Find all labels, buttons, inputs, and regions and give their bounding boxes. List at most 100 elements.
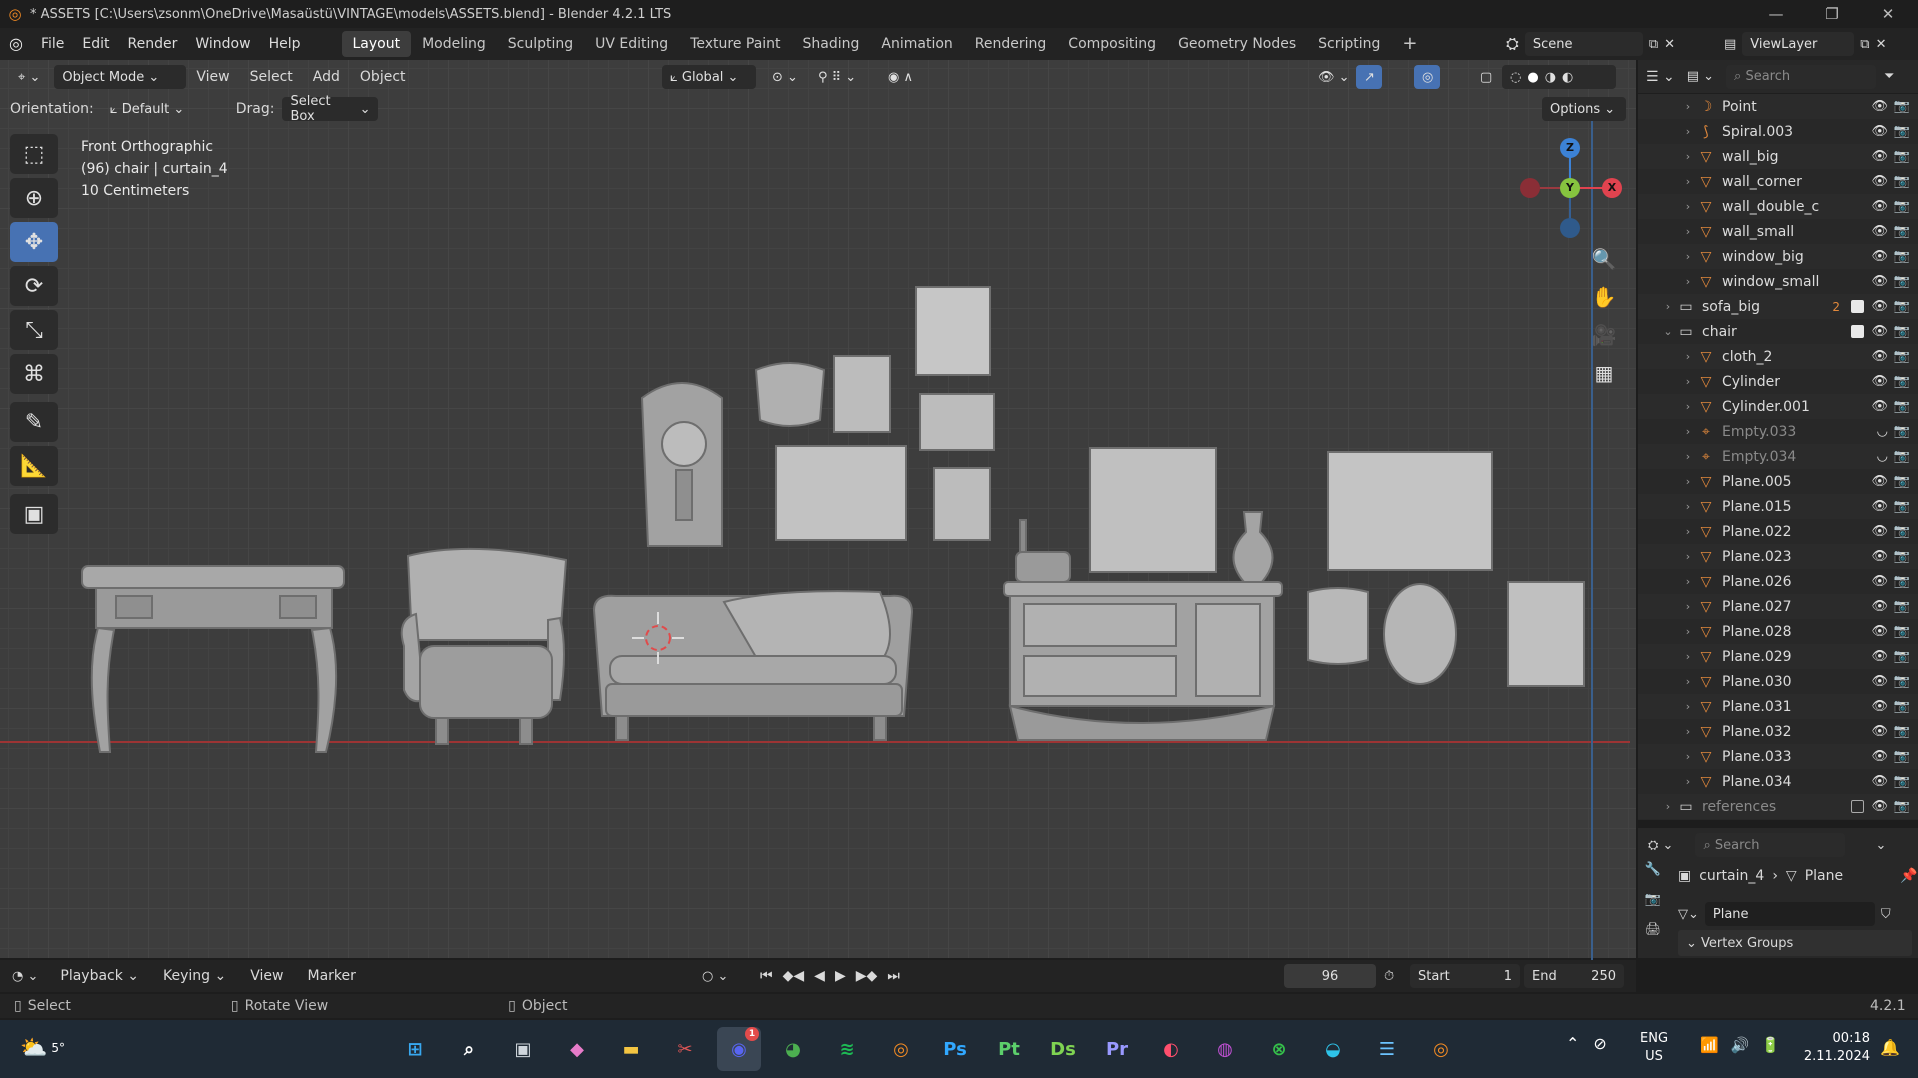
restore-icon[interactable]: ❐ (1808, 0, 1856, 28)
gizmo-x-axis[interactable]: X (1602, 178, 1622, 198)
visibility-eye-icon[interactable]: 👁 (1871, 349, 1888, 364)
expand-arrow-icon[interactable]: › (1660, 300, 1676, 313)
visibility-eye-icon[interactable]: 👁 (1871, 199, 1888, 214)
vertex-groups-panel[interactable]: ⌄ Vertex Groups (1678, 930, 1912, 956)
gizmo-z-axis[interactable]: Z (1560, 138, 1580, 158)
timeline-editor-type-icon[interactable]: ◔ ⌄ (12, 969, 38, 984)
zoom-icon[interactable]: 🔍 (1587, 242, 1621, 276)
outliner-row[interactable]: › ▭ references 👁 📷 (1638, 794, 1918, 819)
options-dropdown[interactable]: Options ⌄ (1542, 97, 1626, 121)
snipping-tool-icon[interactable]: ✂ (663, 1027, 707, 1071)
expand-arrow-icon[interactable]: › (1680, 500, 1696, 513)
expand-arrow-icon[interactable]: › (1680, 200, 1696, 213)
render-camera-icon[interactable]: 📷 (1894, 249, 1910, 264)
expand-arrow-icon[interactable]: › (1680, 275, 1696, 288)
outliner-row[interactable]: › ▽ Plane.023 👁 📷 (1638, 544, 1918, 569)
outliner-row[interactable]: ⌄ ▭ chair 👁 📷 (1638, 319, 1918, 344)
minimize-icon[interactable]: — (1752, 0, 1800, 28)
render-camera-icon[interactable]: 📷 (1894, 649, 1910, 664)
viewport-scene[interactable] (0, 60, 1636, 958)
expand-arrow-icon[interactable]: › (1680, 450, 1696, 463)
outliner-row[interactable]: › ▽ Plane.029 👁 📷 (1638, 644, 1918, 669)
collection-include-checkbox[interactable] (1851, 300, 1864, 313)
scene-selector-icon[interactable]: ⛭ (1506, 34, 1519, 54)
tray-app-icon[interactable]: ⊘ (1593, 1034, 1606, 1053)
notepad-icon[interactable]: ☰ (1365, 1027, 1409, 1071)
camera-view-icon[interactable]: 🎥 (1587, 318, 1621, 352)
expand-arrow-icon[interactable]: › (1680, 750, 1696, 763)
tray-chevron-icon[interactable]: ⌃ (1566, 1034, 1579, 1053)
new-scene-icon[interactable]: ⧉ (1649, 37, 1658, 52)
xray-icon[interactable]: ▢ (1472, 65, 1500, 89)
visibility-eye-icon[interactable]: 👁 (1871, 324, 1888, 339)
panel-collapse-icon[interactable]: ⌄ (1686, 936, 1697, 951)
render-camera-icon[interactable]: 📷 (1894, 149, 1910, 164)
substance-painter-icon[interactable]: Pt (987, 1027, 1031, 1071)
close-icon[interactable]: ✕ (1864, 0, 1912, 28)
render-camera-icon[interactable]: 📷 (1894, 724, 1910, 739)
annotate-tool-icon[interactable]: ✎ (10, 402, 58, 442)
expand-arrow-icon[interactable]: › (1680, 600, 1696, 613)
render-camera-icon[interactable]: 📷 (1894, 474, 1910, 489)
prev-keyframe-icon[interactable]: ◆◀ (783, 968, 805, 984)
render-camera-icon[interactable]: 📷 (1894, 524, 1910, 539)
cursor-tool-icon[interactable]: ⊕ (10, 178, 58, 218)
visibility-eye-icon[interactable]: 👁 (1871, 499, 1888, 514)
menu-render[interactable]: Render (119, 28, 187, 60)
play-icon[interactable]: ▶ (835, 968, 846, 984)
expand-arrow-icon[interactable]: › (1680, 150, 1696, 163)
material-shading-icon[interactable]: ◑ (1545, 70, 1556, 85)
viewport-menu-select[interactable]: Select (240, 69, 303, 85)
select-box-tool-icon[interactable]: ⬚ (10, 134, 58, 174)
visibility-eye-icon[interactable]: 👁 (1871, 649, 1888, 664)
render-camera-icon[interactable]: 📷 (1894, 499, 1910, 514)
next-keyframe-icon[interactable]: ▶◆ (856, 968, 878, 984)
start-frame-field[interactable]: Start 1 (1410, 964, 1520, 988)
new-viewlayer-icon[interactable]: ⧉ (1860, 37, 1869, 52)
outliner-row[interactable]: › ⌖ Empty.034 ◡ 📷 (1638, 444, 1918, 469)
tab-texture-paint[interactable]: Texture Paint (679, 31, 791, 57)
visibility-eye-icon[interactable]: 👁 (1871, 774, 1888, 789)
expand-arrow-icon[interactable]: › (1680, 175, 1696, 188)
viewport-menu-object[interactable]: Object (350, 69, 416, 85)
render-camera-icon[interactable]: 📷 (1894, 574, 1910, 589)
proportional-edit-icon[interactable]: ◉ ∧ (880, 65, 921, 89)
visibility-eye-icon[interactable]: 👁 (1871, 749, 1888, 764)
search-icon[interactable]: ⌕ (447, 1027, 491, 1071)
jump-end-icon[interactable]: ⏭ (887, 968, 900, 984)
rendered-shading-icon[interactable]: ◐ (1562, 70, 1573, 85)
tab-geometry-nodes[interactable]: Geometry Nodes (1167, 31, 1307, 57)
menu-help[interactable]: Help (260, 28, 310, 60)
gizmo-neg-z-axis[interactable] (1560, 218, 1580, 238)
tab-uv-editing[interactable]: UV Editing (584, 31, 679, 57)
expand-arrow-icon[interactable]: › (1680, 725, 1696, 738)
viewport-menu-add[interactable]: Add (303, 69, 350, 85)
outliner-row[interactable]: › ▽ wall_corner 👁 📷 (1638, 169, 1918, 194)
viewport-menu-view[interactable]: View (186, 69, 239, 85)
tab-shading[interactable]: Shading (792, 31, 871, 57)
render-camera-icon[interactable]: 📷 (1894, 124, 1910, 139)
substance-designer-icon[interactable]: Ds (1041, 1027, 1085, 1071)
photoshop-icon[interactable]: Ps (933, 1027, 977, 1071)
visibility-eye-icon[interactable]: 👁 (1871, 124, 1888, 139)
notification-bell-icon[interactable]: 🔔 (1880, 1038, 1900, 1057)
render-camera-icon[interactable]: 📷 (1894, 424, 1910, 439)
properties-editor-type-icon[interactable]: ⛭ ⌄ (1648, 838, 1673, 853)
language-indicator[interactable]: ENG US (1640, 1030, 1668, 1066)
expand-arrow-icon[interactable]: › (1680, 400, 1696, 413)
outliner-search-input[interactable]: ⌕ Search (1726, 64, 1877, 89)
gizmo-y-axis[interactable]: Y (1560, 178, 1580, 198)
visibility-eye-icon[interactable]: 👁 (1871, 699, 1888, 714)
menu-file[interactable]: File (32, 28, 73, 60)
render-camera-icon[interactable]: 📷 (1894, 224, 1910, 239)
move-tool-icon[interactable]: ✥ (10, 222, 58, 262)
visibility-eye-icon[interactable]: 👁 (1871, 174, 1888, 189)
expand-arrow-icon[interactable]: › (1680, 700, 1696, 713)
outliner-row[interactable]: › ⌖ Empty.033 ◡ 📷 (1638, 419, 1918, 444)
expand-arrow-icon[interactable]: › (1680, 650, 1696, 663)
render-camera-icon[interactable]: 📷 (1894, 549, 1910, 564)
properties-search-input[interactable]: ⌕ Search (1695, 833, 1846, 857)
current-frame-field[interactable]: 96 (1284, 964, 1376, 988)
outliner-row[interactable]: › ▽ Cylinder 👁 📷 (1638, 369, 1918, 394)
visibility-eye-icon[interactable]: 👁 (1871, 724, 1888, 739)
